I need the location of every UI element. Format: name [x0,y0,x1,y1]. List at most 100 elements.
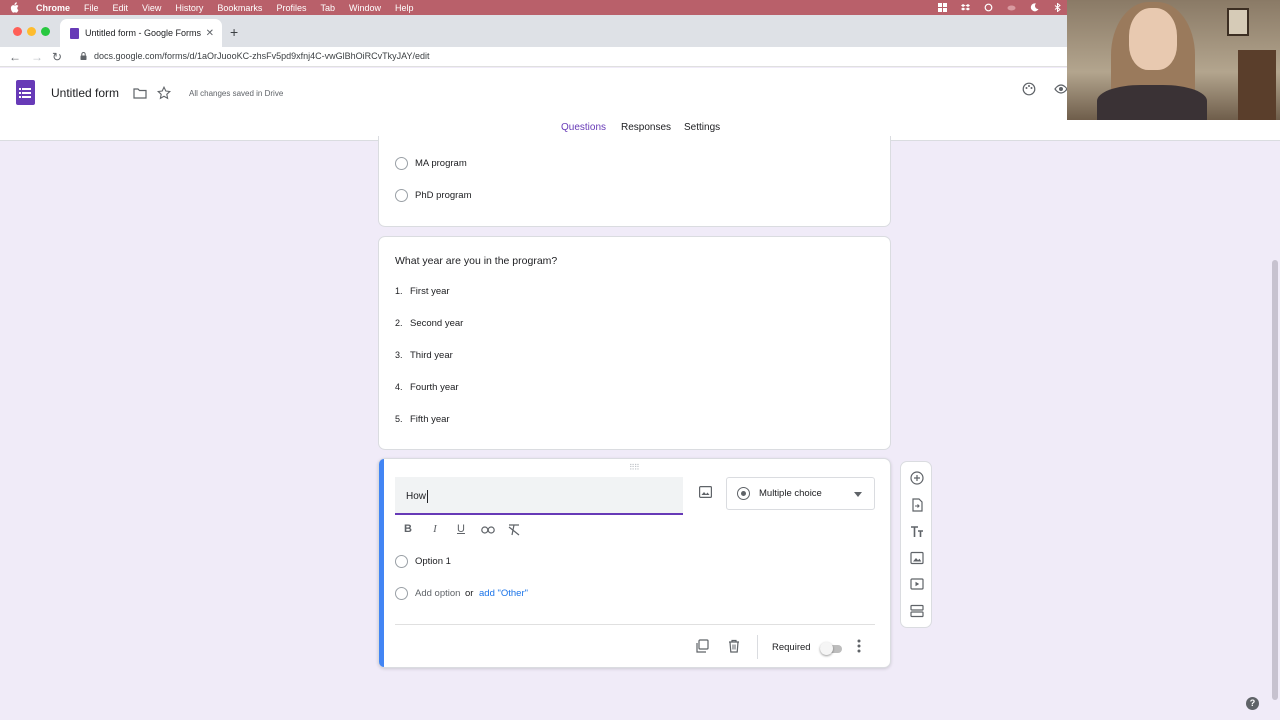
link-icon[interactable] [481,525,495,535]
bluetooth-icon[interactable] [1053,2,1062,13]
add-section-icon[interactable] [910,604,924,618]
person-face [1129,8,1177,70]
duplicate-icon[interactable] [695,639,709,653]
card-footer-divider [395,624,875,625]
radio-phd-program[interactable] [395,189,408,202]
close-window-button[interactable] [13,27,22,36]
url-text: docs.google.com/forms/d/1aOrJuooKC-zhsFv… [94,51,430,61]
question-type-dropdown[interactable]: Multiple choice [726,477,875,510]
webcam-overlay [1067,0,1280,120]
dropdown-arrow-icon [854,492,862,497]
menu-file[interactable]: File [84,3,99,13]
footer-vertical-divider [757,635,758,659]
add-other-button[interactable]: add "Other" [479,588,528,599]
forward-icon[interactable]: → [31,50,43,64]
question-title: What year are you in the program? [395,255,558,267]
option-label: MA program [415,158,467,169]
question-title-input[interactable]: How [395,477,683,515]
person-body [1097,85,1207,120]
dropbox-icon[interactable] [961,3,970,12]
list-item: Third year [410,350,453,361]
url-field[interactable]: docs.google.com/forms/d/1aOrJuooKC-zhsFv… [80,51,429,61]
folder-icon[interactable] [133,86,147,100]
option-1-input[interactable]: Option 1 [415,556,451,567]
help-icon[interactable]: ? [1246,697,1259,710]
back-icon[interactable]: ← [9,50,21,64]
menu-window[interactable]: Window [349,3,381,13]
question-type-label: Multiple choice [759,488,822,499]
menu-chrome[interactable]: Chrome [36,3,70,13]
required-label: Required [772,642,811,653]
list-item: First year [410,286,450,297]
active-card-indicator [379,459,384,667]
list-number: 5. [395,414,403,424]
list-number: 4. [395,382,403,392]
forms-favicon-icon [70,27,79,39]
delete-trash-icon[interactable] [727,639,741,653]
list-number: 3. [395,350,403,360]
browser-tab-title: Untitled form - Google Forms [85,28,202,38]
drag-handle-icon[interactable]: ⠿⠿ [629,463,640,472]
list-item: Second year [410,318,464,329]
list-number: 1. [395,286,403,296]
add-question-icon[interactable] [910,471,924,485]
add-image-icon[interactable] [699,486,712,498]
maximize-window-button[interactable] [41,27,50,36]
bold-icon[interactable]: B [401,523,415,535]
menu-help[interactable]: Help [395,3,414,13]
new-tab-icon[interactable]: + [230,24,238,40]
or-text: or [465,588,474,599]
moon-icon[interactable] [1030,3,1039,12]
radio-button-icon [737,487,750,500]
browser-tab[interactable]: Untitled form - Google Forms ✕ [60,19,222,47]
page-scrollbar[interactable] [1272,260,1278,700]
question-title-text: How [406,491,427,502]
option-label: PhD program [415,190,472,201]
menu-bookmarks[interactable]: Bookmarks [217,3,262,13]
palette-icon[interactable] [1022,82,1036,96]
underline-icon[interactable]: U [454,523,468,535]
list-item: Fourth year [410,382,459,393]
floating-toolbar [900,461,932,628]
list-item: Fifth year [410,414,450,425]
preview-eye-icon[interactable] [1054,82,1068,96]
menu-history[interactable]: History [175,3,203,13]
question-card-program[interactable]: MA program PhD program [378,136,891,227]
more-options-icon[interactable] [857,639,861,653]
toggle-knob [820,642,833,655]
wall-frame [1227,8,1249,36]
required-toggle[interactable] [820,642,842,655]
radio-ma-program[interactable] [395,157,408,170]
import-questions-icon[interactable] [910,498,924,512]
tab-questions[interactable]: Questions [561,122,606,133]
tab-responses[interactable]: Responses [621,122,671,133]
radio-option-1 [395,555,408,568]
cloud-icon[interactable] [1007,3,1016,12]
star-icon[interactable] [157,86,171,100]
text-caret [427,490,428,503]
add-option-button[interactable]: Add option [415,588,460,599]
menu-view[interactable]: View [142,3,161,13]
menu-profiles[interactable]: Profiles [276,3,306,13]
tab-settings[interactable]: Settings [684,122,720,133]
clear-formatting-icon[interactable] [507,524,521,536]
menu-edit[interactable]: Edit [113,3,129,13]
reload-icon[interactable]: ↻ [52,50,62,64]
list-number: 2. [395,318,403,328]
add-image-icon[interactable] [910,551,924,565]
radio-add-option [395,587,408,600]
add-title-icon[interactable] [910,525,924,539]
active-question-card[interactable]: ⠿⠿ How Multiple choice B I U Option 1 Ad… [378,458,891,668]
minimize-window-button[interactable] [27,27,36,36]
close-tab-icon[interactable]: ✕ [206,28,214,39]
menu-tab[interactable]: Tab [320,3,335,13]
italic-icon[interactable]: I [428,523,442,535]
form-title[interactable]: Untitled form [51,86,119,100]
bookshelf [1238,50,1276,120]
grid-icon[interactable] [938,3,947,12]
question-card-year[interactable]: What year are you in the program? 1. Fir… [378,236,891,450]
apple-icon[interactable] [10,2,20,13]
add-video-icon[interactable] [910,577,924,591]
google-forms-logo-icon[interactable] [16,80,35,105]
refresh-icon[interactable] [984,3,993,12]
